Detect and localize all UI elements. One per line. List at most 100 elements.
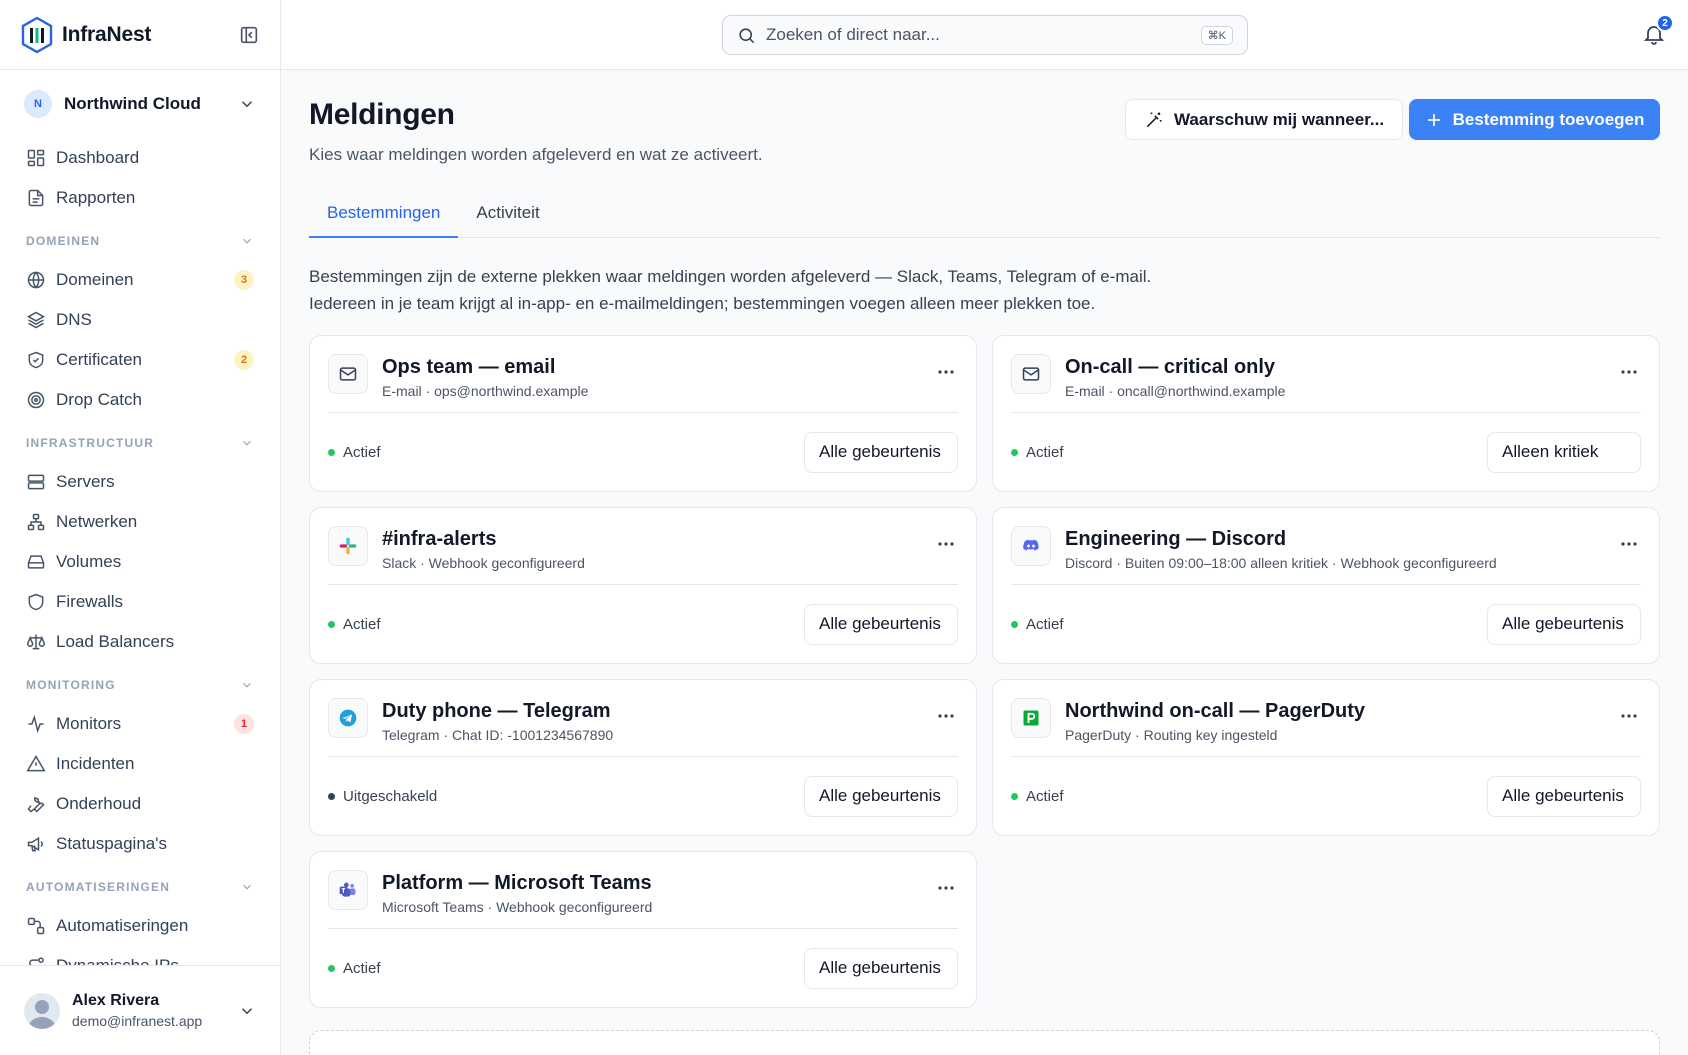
alert-triangle-icon: [26, 755, 46, 772]
destination-card: #infra-alerts Slack · Webhook geconfigur…: [309, 507, 977, 664]
sidebar-item-rapporten[interactable]: Rapporten: [16, 178, 264, 218]
event-filter-select[interactable]: Alle gebeurtenis: [804, 947, 958, 989]
sidebar-item-dashboard[interactable]: Dashboard: [16, 138, 264, 178]
event-filter-select[interactable]: Alle gebeurtenis: [804, 603, 958, 645]
search-input[interactable]: [766, 25, 1201, 45]
telegram-icon: [328, 698, 368, 738]
sidebar-item-servers[interactable]: Servers: [16, 462, 264, 502]
destination-card: Northwind on-call — PagerDuty PagerDuty …: [992, 679, 1660, 836]
add-destination-button[interactable]: Bestemming toevoegen: [1409, 99, 1660, 140]
sidebar-item-load-balancers[interactable]: Load Balancers: [16, 622, 264, 662]
page-subtitle: Kies waar meldingen worden afgeleverd en…: [309, 145, 763, 164]
sidebar-item-label: Certificaten: [56, 350, 142, 369]
mail-icon: [328, 354, 368, 394]
intro-line: Iedereen in je team krijgt al in-app- en…: [309, 294, 1096, 313]
sidebar-item-label: Monitors: [56, 714, 122, 733]
destination-card: Platform — Microsoft Teams Microsoft Tea…: [309, 851, 977, 1008]
sidebar-item-volumes[interactable]: Volumes: [16, 542, 264, 582]
sidebar-item-netwerken[interactable]: Netwerken: [16, 502, 264, 542]
server-icon: [27, 474, 45, 490]
sidebar-item-drop-catch[interactable]: Drop Catch: [16, 380, 264, 420]
wrench-icon: [27, 796, 45, 813]
status-dot: [328, 792, 335, 800]
search-box[interactable]: ⌘K: [722, 15, 1248, 55]
sidebar-item-label: Servers: [56, 472, 115, 491]
section-domeinen[interactable]: DOMEINEN: [16, 222, 264, 260]
brand: InfraNest: [0, 0, 280, 70]
more-horizontal-icon[interactable]: [1617, 532, 1641, 556]
event-filter-select[interactable]: Alleen kritiek: [1487, 431, 1641, 473]
section-automatiseringen[interactable]: AUTOMATISERINGEN: [16, 868, 264, 906]
infranest-logo-icon: [21, 16, 53, 53]
status-dot: [328, 964, 335, 972]
sidebar-item-monitors[interactable]: Monitors 1: [16, 704, 264, 744]
destination-meta: Discord · Buiten 09:00–18:00 alleen krit…: [1065, 555, 1497, 571]
org-avatar: N: [24, 90, 52, 118]
avatar: [24, 992, 60, 1029]
section-monitoring[interactable]: MONITORING: [16, 666, 264, 704]
more-horizontal-icon[interactable]: [934, 532, 958, 556]
sidebar-item-firewalls[interactable]: Firewalls: [16, 582, 264, 622]
topbar: ⌘K 2: [281, 0, 1688, 70]
destination-meta: Slack · Webhook geconfigureerd: [382, 555, 585, 571]
discord-icon: [1011, 526, 1051, 566]
destination-title: Northwind on-call — PagerDuty: [1065, 700, 1366, 722]
more-horizontal-icon[interactable]: [1617, 360, 1641, 384]
sidebar-item-label: Volumes: [56, 552, 122, 571]
more-horizontal-icon[interactable]: [1617, 704, 1641, 728]
megaphone-icon: [27, 836, 43, 852]
destination-card: On-call — critical only E-mail · oncall@…: [992, 335, 1660, 492]
status-badge: Actief: [1011, 788, 1064, 805]
org-switcher[interactable]: N Northwind Cloud: [0, 70, 280, 138]
destination-card: Engineering — Discord Discord · Buiten 0…: [992, 507, 1660, 664]
status-dot: [328, 448, 335, 456]
sidebar-item-onderhoud[interactable]: Onderhoud: [16, 784, 264, 824]
section-title: MONITORING: [26, 678, 116, 692]
intro-text: Bestemmingen zijn de externe plekken waa…: [309, 263, 1151, 317]
sidebar-collapse-icon[interactable]: [238, 24, 260, 46]
sidebar-item-automatiseringen[interactable]: Automatiseringen: [16, 906, 264, 946]
chevron-down-icon: [241, 1007, 253, 1014]
destination-title: Ops team — email: [382, 356, 556, 378]
destination-title: On-call — critical only: [1065, 356, 1276, 378]
user-name: Alex Rivera: [72, 992, 160, 1009]
event-filter-select[interactable]: Alle gebeurtenis: [1487, 603, 1641, 645]
section-infrastructuur[interactable]: INFRASTRUCTUUR: [16, 424, 264, 462]
sidebar-item-label: Statuspagina's: [56, 834, 167, 853]
status-badge: Actief: [1011, 444, 1064, 461]
notification-count-badge: 2: [1656, 14, 1674, 32]
sidebar-item-label: Incidenten: [56, 754, 135, 773]
layers-icon: [26, 311, 46, 329]
section-title: AUTOMATISERINGEN: [26, 880, 171, 894]
sidebar-item-certificaten[interactable]: Certificaten 2: [16, 340, 264, 380]
user-menu[interactable]: Alex Rivera demo@infranest.app: [0, 965, 280, 1055]
chevron-down-icon: [243, 238, 251, 244]
more-horizontal-icon[interactable]: [934, 876, 958, 900]
user-info: Alex Rivera demo@infranest.app: [72, 992, 202, 1029]
more-horizontal-icon[interactable]: [934, 704, 958, 728]
section-title: INFRASTRUCTUUR: [26, 436, 155, 450]
status-badge: Actief: [328, 960, 381, 977]
status-label: Actief: [343, 443, 381, 461]
event-filter-select[interactable]: Alle gebeurtenis: [1487, 775, 1641, 817]
event-filter-select[interactable]: Alle gebeurtenis: [804, 431, 958, 473]
sidebar-item-domeinen[interactable]: Domeinen 3: [16, 260, 264, 300]
pagerduty-icon: [1011, 698, 1051, 738]
page-title: Meldingen: [309, 98, 455, 131]
tab-activiteit[interactable]: Activiteit: [458, 188, 557, 238]
warn-me-label: Waarschuw mij wanneer...: [1174, 109, 1385, 129]
search-icon: [739, 27, 755, 43]
chevron-down-icon: [243, 440, 251, 446]
event-filter-select[interactable]: Alle gebeurtenis: [804, 775, 958, 817]
more-horizontal-icon[interactable]: [934, 360, 958, 384]
workflow-icon: [27, 917, 45, 935]
sidebar-item-incidenten[interactable]: Incidenten: [16, 744, 264, 784]
shield-icon: [28, 593, 44, 611]
status-label: Actief: [1026, 443, 1064, 461]
status-label: Actief: [1026, 787, 1064, 805]
count-badge: 1: [234, 714, 254, 734]
tab-bestemmingen[interactable]: Bestemmingen: [309, 188, 459, 238]
sidebar-item-statuspaginas[interactable]: Statuspagina's: [16, 824, 264, 864]
warn-me-button[interactable]: Waarschuw mij wanneer...: [1125, 99, 1404, 140]
sidebar-item-dns[interactable]: DNS: [16, 300, 264, 340]
